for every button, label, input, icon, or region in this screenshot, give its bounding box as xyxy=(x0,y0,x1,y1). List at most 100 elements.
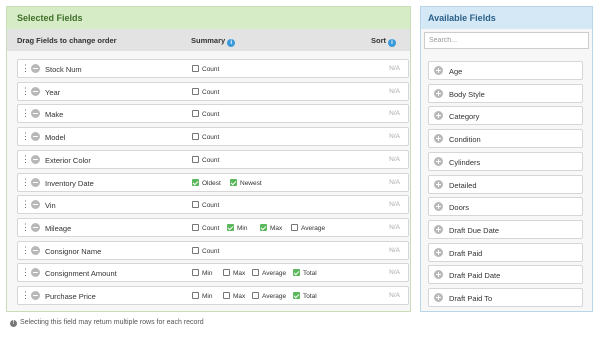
available-field-item[interactable]: Body Style xyxy=(428,83,583,103)
sort-value[interactable]: N/A xyxy=(389,88,400,95)
drag-handle-icon[interactable]: ⋮ xyxy=(21,132,30,141)
field-row[interactable]: ⋮ Vin Count N/A xyxy=(17,195,409,215)
available-field-item[interactable]: Condition xyxy=(428,129,583,149)
checkbox[interactable] xyxy=(291,223,298,231)
checkbox[interactable] xyxy=(192,87,199,95)
available-field-item[interactable]: Cylinders xyxy=(428,151,583,171)
add-field-icon[interactable] xyxy=(434,88,443,98)
add-field-icon[interactable] xyxy=(434,66,443,75)
field-row[interactable]: ⋮ Inventory Date Oldest Newest N/A xyxy=(17,172,409,192)
summary-option-average[interactable]: Average xyxy=(291,223,325,232)
checkbox[interactable] xyxy=(192,246,199,254)
summary-option-count[interactable]: Count xyxy=(192,65,219,73)
drag-handle-icon[interactable]: ⋮ xyxy=(21,86,30,96)
summary-option-count[interactable]: Count xyxy=(192,110,219,118)
checkbox[interactable] xyxy=(192,292,199,299)
drag-handle-icon[interactable]: ⋮ xyxy=(21,109,30,118)
sort-value[interactable]: N/A xyxy=(389,110,400,117)
available-field-item[interactable]: Age xyxy=(428,61,583,80)
available-field-item[interactable]: Doors xyxy=(428,197,583,217)
summary-option-average[interactable]: Average xyxy=(252,292,286,300)
checkbox[interactable] xyxy=(260,223,267,231)
summary-option-newest[interactable]: Newest xyxy=(230,178,262,187)
add-field-icon[interactable] xyxy=(434,156,443,166)
drag-handle-icon[interactable]: ⋮ xyxy=(21,268,30,277)
checkbox[interactable] xyxy=(223,292,230,299)
checkbox[interactable] xyxy=(192,178,199,186)
drag-handle-icon[interactable]: ⋮ xyxy=(21,291,30,300)
field-row[interactable]: ⋮ Consignment Amount Min Max Average Total N/A xyxy=(17,263,409,283)
add-field-icon[interactable] xyxy=(434,134,443,144)
summary-option-count[interactable]: Count xyxy=(192,223,219,232)
add-field-icon[interactable] xyxy=(434,179,443,189)
sort-value[interactable]: N/A xyxy=(389,179,400,186)
checkbox[interactable] xyxy=(223,269,230,277)
drag-handle-icon[interactable]: ⋮ xyxy=(21,177,30,187)
available-field-item[interactable]: Draft Paid Date xyxy=(428,265,583,285)
summary-option-min[interactable]: Min xyxy=(192,269,212,277)
drag-handle-icon[interactable]: ⋮ xyxy=(21,154,30,164)
search-input[interactable] xyxy=(424,32,589,49)
field-row[interactable]: ⋮ Make Count N/A xyxy=(17,104,409,124)
add-field-icon[interactable] xyxy=(434,224,443,234)
checkbox[interactable] xyxy=(192,269,199,277)
sort-value[interactable]: N/A xyxy=(389,269,400,276)
field-row[interactable]: ⋮ Model Count N/A xyxy=(17,127,409,147)
field-row[interactable]: ⋮ Exterior Color Count N/A xyxy=(17,149,409,169)
summary-option-max[interactable]: Max xyxy=(223,269,245,277)
summary-option-average[interactable]: Average xyxy=(252,269,286,277)
checkbox[interactable] xyxy=(227,223,234,231)
sort-value[interactable]: N/A xyxy=(389,247,400,254)
add-field-icon[interactable] xyxy=(434,270,443,280)
add-field-icon[interactable] xyxy=(434,293,443,302)
checkbox[interactable] xyxy=(192,133,199,141)
remove-field-icon[interactable] xyxy=(31,132,40,142)
summary-option-max[interactable]: Max xyxy=(223,292,245,300)
remove-field-icon[interactable] xyxy=(31,109,40,119)
checkbox[interactable] xyxy=(192,201,199,209)
remove-field-icon[interactable] xyxy=(31,291,40,300)
remove-field-icon[interactable] xyxy=(31,86,40,96)
sort-value[interactable]: N/A xyxy=(389,133,400,140)
drag-handle-icon[interactable]: ⋮ xyxy=(21,64,30,73)
checkbox[interactable] xyxy=(192,155,199,163)
remove-field-icon[interactable] xyxy=(31,64,40,73)
summary-option-total[interactable]: Total xyxy=(293,269,317,277)
checkbox[interactable] xyxy=(192,223,199,231)
remove-field-icon[interactable] xyxy=(31,200,40,210)
checkbox[interactable] xyxy=(293,269,300,277)
available-field-item[interactable]: Category xyxy=(428,106,583,126)
checkbox[interactable] xyxy=(192,65,199,72)
remove-field-icon[interactable] xyxy=(31,222,40,232)
remove-field-icon[interactable] xyxy=(31,177,40,187)
checkbox[interactable] xyxy=(252,269,259,277)
summary-info-icon[interactable]: i xyxy=(227,39,236,47)
sort-value[interactable]: N/A xyxy=(389,201,400,208)
drag-handle-icon[interactable]: ⋮ xyxy=(21,245,30,255)
summary-option-count[interactable]: Count xyxy=(192,201,219,209)
sort-info-icon[interactable]: i xyxy=(388,39,396,47)
drag-handle-icon[interactable]: ⋮ xyxy=(21,200,30,209)
available-field-item[interactable]: Draft Paid xyxy=(428,242,583,262)
summary-option-max[interactable]: Max xyxy=(260,223,282,232)
field-row[interactable]: ⋮ Year Count N/A xyxy=(17,81,409,101)
summary-option-count[interactable]: Count xyxy=(192,87,219,96)
drag-handle-icon[interactable]: ⋮ xyxy=(21,222,30,232)
sort-value[interactable]: N/A xyxy=(389,224,400,231)
sort-value[interactable]: N/A xyxy=(389,156,400,163)
summary-option-total[interactable]: Total xyxy=(293,292,317,300)
available-field-item[interactable]: Draft Due Date xyxy=(428,219,583,239)
summary-option-count[interactable]: Count xyxy=(192,133,219,141)
field-row[interactable]: ⋮ Stock Num Count N/A xyxy=(17,59,409,78)
available-field-item[interactable]: Detailed xyxy=(428,174,583,194)
remove-field-icon[interactable] xyxy=(31,268,40,278)
field-row[interactable]: ⋮ Mileage Count Min Max Average N/A xyxy=(17,217,409,237)
checkbox[interactable] xyxy=(252,292,259,299)
field-row[interactable]: ⋮ Purchase Price Min Max Average Total N/A xyxy=(17,286,409,305)
summary-option-count[interactable]: Count xyxy=(192,155,219,164)
remove-field-icon[interactable] xyxy=(31,245,40,255)
summary-option-oldest[interactable]: Oldest xyxy=(192,178,221,187)
sort-value[interactable]: N/A xyxy=(389,292,400,299)
add-field-icon[interactable] xyxy=(434,111,443,121)
sort-value[interactable]: N/A xyxy=(389,65,400,72)
